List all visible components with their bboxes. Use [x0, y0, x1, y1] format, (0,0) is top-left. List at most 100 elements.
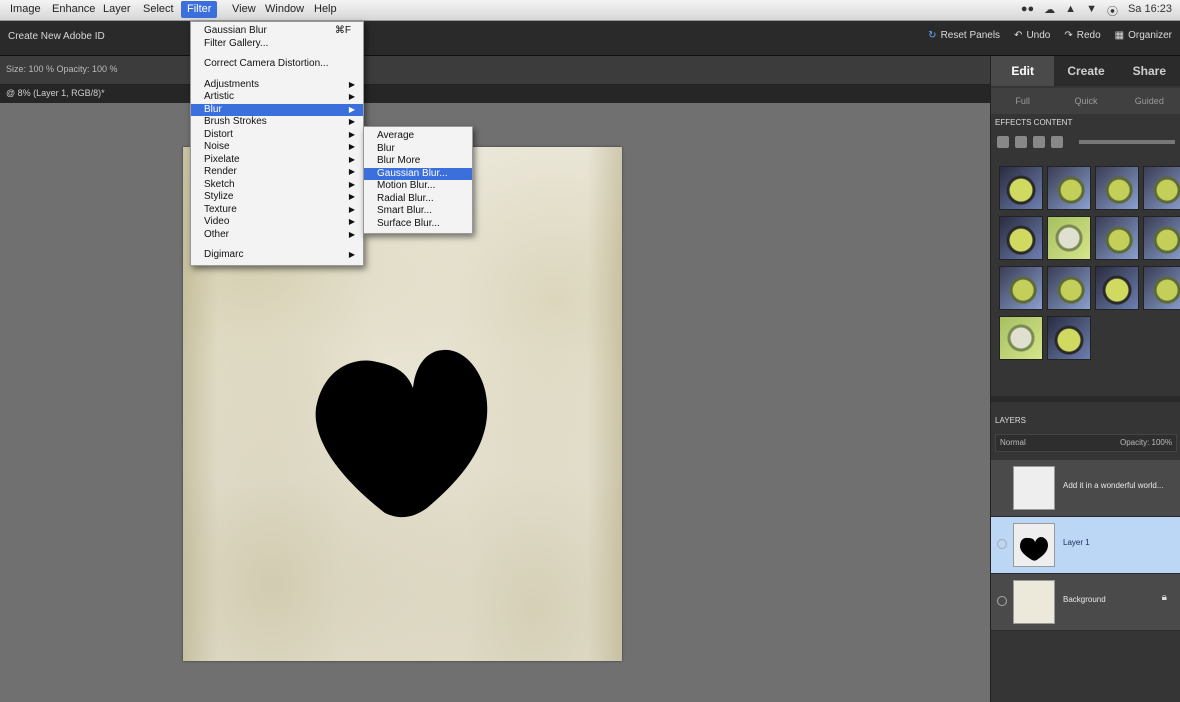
- menu-item-label: Blur: [377, 142, 395, 154]
- menu-item-label: Blur More: [377, 155, 421, 166]
- submenu-item-smart-blur[interactable]: Smart Blur...: [364, 205, 472, 218]
- effect-thumbnail[interactable]: [999, 216, 1043, 260]
- menu-item-digimarc[interactable]: Digimarc ▶: [191, 249, 363, 262]
- redo-button[interactable]: ↷ Redo: [1064, 30, 1100, 41]
- tab-share[interactable]: Share: [1118, 56, 1180, 86]
- undo-button[interactable]: ↶ Undo: [1014, 30, 1050, 41]
- effect-thumbnail[interactable]: [1047, 316, 1091, 360]
- effect-thumbnail[interactable]: [1143, 266, 1180, 310]
- cloud-icon[interactable]: ☁: [1044, 3, 1055, 19]
- photo-effects-icon[interactable]: [1033, 136, 1045, 148]
- menu-item-other[interactable]: Other ▶: [191, 229, 363, 242]
- document-tab[interactable]: @ 8% (Layer 1, RGB/8)*: [6, 88, 105, 98]
- menu-image[interactable]: Image: [10, 3, 41, 15]
- submenu-item-blur-more[interactable]: Blur More: [364, 155, 472, 168]
- menu-item-artistic[interactable]: Artistic ▶: [191, 91, 363, 104]
- menu-select[interactable]: Select: [143, 3, 174, 15]
- menu-item-adjustments[interactable]: Adjustments ▶: [191, 79, 363, 92]
- menu-item-noise[interactable]: Noise ▶: [191, 141, 363, 154]
- menu-item-texture[interactable]: Texture ▶: [191, 204, 363, 217]
- wifi-icon[interactable]: ▼: [1086, 3, 1097, 19]
- menu-item-video[interactable]: Video ▶: [191, 216, 363, 229]
- effect-thumbnail[interactable]: [1047, 216, 1091, 260]
- heart-shape[interactable]: [315, 348, 490, 520]
- menu-enhance[interactable]: Enhance: [52, 3, 95, 15]
- visibility-eye-icon[interactable]: [997, 539, 1007, 549]
- reset-panels-button[interactable]: ↻ Reset Panels: [928, 30, 1000, 41]
- menu-item-label: Noise: [204, 141, 230, 152]
- effects-icon[interactable]: [1051, 136, 1063, 148]
- panel-divider[interactable]: [991, 396, 1180, 402]
- layer-row-selected[interactable]: Layer 1: [991, 517, 1180, 574]
- reset-icon: ↻: [928, 30, 937, 41]
- effect-thumbnail[interactable]: [1143, 166, 1180, 210]
- menu-item-label: Filter Gallery...: [204, 37, 269, 49]
- submenu-item-blur[interactable]: Blur: [364, 143, 472, 156]
- submenu-item-surface-blur[interactable]: Surface Blur...: [364, 218, 472, 231]
- effects-panel-header[interactable]: EFFECTS CONTENT: [995, 118, 1072, 127]
- submenu-arrow-icon: ▶: [348, 250, 355, 259]
- menu-item-filter-gallery[interactable]: Filter Gallery...: [191, 38, 363, 51]
- tab-edit[interactable]: Edit: [991, 56, 1055, 86]
- layers-panel-header[interactable]: LAYERS: [995, 416, 1026, 425]
- menu-item-gaussian-blur[interactable]: Gaussian Blur ⌘F: [191, 25, 363, 38]
- menu-filter[interactable]: Filter: [181, 1, 218, 18]
- submenu-item-motion-blur[interactable]: Motion Blur...: [364, 180, 472, 193]
- styles-icon[interactable]: [1015, 136, 1027, 148]
- status-icon-1[interactable]: ●●: [1021, 3, 1034, 19]
- menu-item-brush-strokes[interactable]: Brush Strokes ▶: [191, 116, 363, 129]
- menu-item-label: Gaussian Blur...: [377, 167, 448, 179]
- menu-item-label: Correct Camera Distortion...: [204, 58, 329, 69]
- effect-thumbnail[interactable]: [999, 316, 1043, 360]
- effect-thumbnail[interactable]: [999, 166, 1043, 210]
- effect-thumbnail[interactable]: [1095, 216, 1139, 260]
- redo-icon: ↷: [1064, 30, 1073, 41]
- submenu-item-gaussian-blur[interactable]: Gaussian Blur...: [364, 167, 472, 180]
- layer-row[interactable]: Background 🔒︎: [991, 574, 1180, 631]
- menu-item-blur[interactable]: Blur ▶: [191, 103, 363, 116]
- menu-item-label: Adjustments: [204, 78, 260, 90]
- effect-thumbnail[interactable]: [1047, 266, 1091, 310]
- menu-window[interactable]: Window: [265, 3, 304, 15]
- submenu-item-average[interactable]: Average: [364, 130, 472, 143]
- menu-view[interactable]: View: [232, 3, 256, 15]
- menu-item-distort[interactable]: Distort ▶: [191, 129, 363, 142]
- subtab-full[interactable]: Full: [991, 88, 1054, 114]
- subtab-guided[interactable]: Guided: [1118, 88, 1180, 114]
- filters-icon[interactable]: [997, 136, 1009, 148]
- visibility-eye-icon[interactable]: [997, 596, 1007, 606]
- menu-item-correct-camera-distortion[interactable]: Correct Camera Distortion...: [191, 58, 363, 71]
- subtab-quick[interactable]: Quick: [1054, 88, 1117, 114]
- clock[interactable]: Sa 16:23: [1128, 3, 1172, 19]
- menu-item-sketch[interactable]: Sketch ▶: [191, 179, 363, 192]
- adobe-id-link[interactable]: Create New Adobe ID: [8, 31, 105, 42]
- layer-thumbnail: [1013, 580, 1055, 624]
- undo-label: Undo: [1026, 30, 1051, 41]
- undo-icon: ↶: [1014, 30, 1023, 41]
- menu-separator: [191, 241, 363, 249]
- blend-mode-select[interactable]: Normal: [1000, 438, 1026, 447]
- menu-item-pixelate[interactable]: Pixelate ▶: [191, 154, 363, 167]
- submenu-arrow-icon: ▶: [348, 117, 355, 126]
- organizer-button[interactable]: ▦ Organizer: [1115, 30, 1172, 41]
- menu-item-label: Surface Blur...: [377, 217, 440, 229]
- menu-item-render[interactable]: Render ▶: [191, 166, 363, 179]
- menu-help[interactable]: Help: [314, 3, 337, 15]
- category-dropdown[interactable]: [1079, 140, 1175, 144]
- upload-icon[interactable]: ▲: [1065, 3, 1076, 19]
- tool-options-text[interactable]: Size: 100 % Opacity: 100 %: [6, 64, 118, 74]
- menu-item-label: Artistic: [204, 91, 234, 102]
- layer-row[interactable]: Add it in a wonderful world...: [991, 460, 1180, 517]
- menu-layer[interactable]: Layer: [103, 3, 131, 15]
- panel-tabs: Edit Create Share: [991, 56, 1180, 86]
- effect-thumbnail[interactable]: [999, 266, 1043, 310]
- effect-thumbnail[interactable]: [1047, 166, 1091, 210]
- menu-item-stylize[interactable]: Stylize ▶: [191, 191, 363, 204]
- submenu-item-radial-blur[interactable]: Radial Blur...: [364, 193, 472, 206]
- effect-thumbnail[interactable]: [1095, 166, 1139, 210]
- tab-create[interactable]: Create: [1054, 56, 1117, 86]
- opacity-field[interactable]: Opacity: 100%: [1120, 438, 1172, 447]
- volume-icon[interactable]: ⦿: [1107, 3, 1118, 19]
- effect-thumbnail[interactable]: [1095, 266, 1139, 310]
- effect-thumbnail[interactable]: [1143, 216, 1180, 260]
